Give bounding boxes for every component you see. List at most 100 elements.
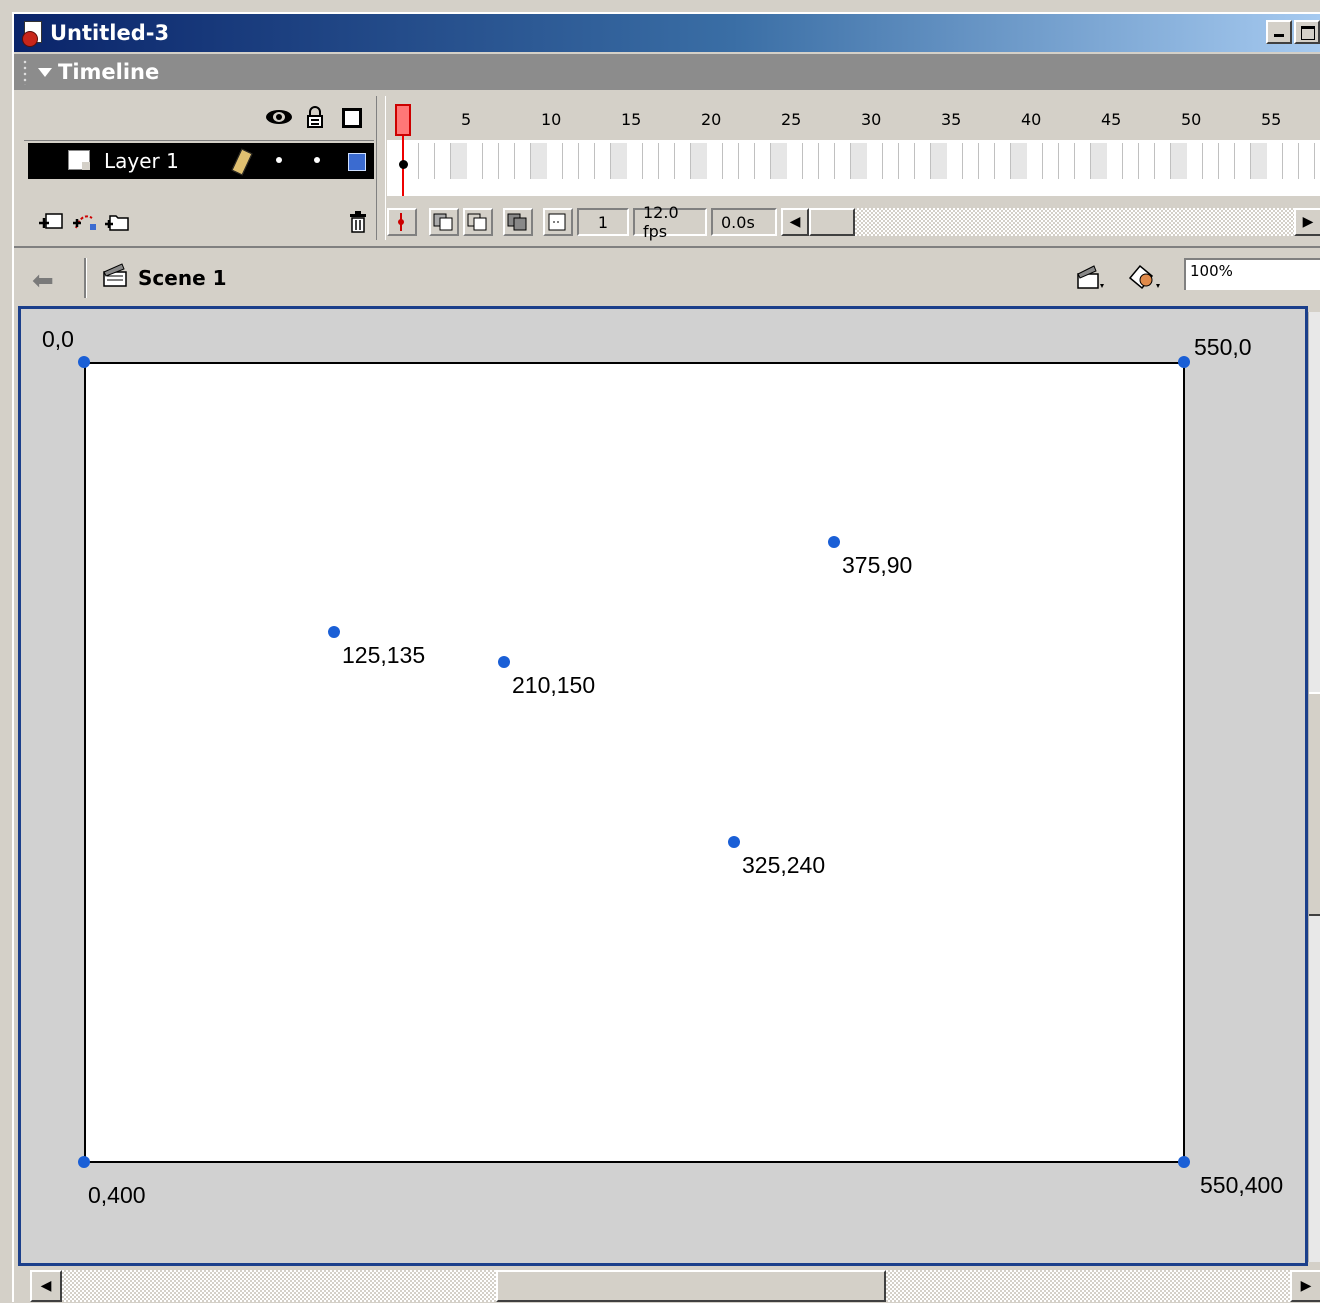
collapse-triangle-icon[interactable] bbox=[38, 67, 52, 77]
frame-10-marker bbox=[531, 143, 547, 179]
scroll-right-button[interactable]: ▶ bbox=[1294, 208, 1320, 236]
add-folder-icon[interactable] bbox=[104, 210, 132, 234]
scroll-left-button[interactable]: ◀ bbox=[781, 208, 809, 236]
onion-markers-icon bbox=[548, 213, 566, 231]
center-frame-button[interactable] bbox=[387, 208, 417, 236]
document-stage[interactable] bbox=[84, 362, 1185, 1163]
frame-number: 45 bbox=[1101, 110, 1122, 129]
layer-list-footer bbox=[24, 204, 374, 240]
frame-25-marker bbox=[771, 143, 787, 179]
frame-40-marker bbox=[1011, 143, 1027, 179]
outline-color-icon[interactable] bbox=[348, 153, 366, 171]
edit-symbols-icon[interactable] bbox=[1126, 262, 1162, 292]
zoom-input[interactable]: 100% bbox=[1184, 258, 1320, 290]
frame-55-marker bbox=[1251, 143, 1267, 179]
corner-label-bottom-left: 0,400 bbox=[88, 1182, 146, 1208]
flash-document-icon bbox=[22, 21, 44, 47]
clapperboard-icon bbox=[103, 263, 127, 287]
stage-vscroll[interactable] bbox=[1308, 312, 1320, 1262]
visibility-dot-icon[interactable] bbox=[276, 157, 282, 163]
add-motion-guide-icon[interactable] bbox=[72, 210, 100, 234]
frame-rate-field[interactable]: 12.0 fps bbox=[633, 203, 707, 241]
layer-list-header bbox=[24, 96, 374, 141]
title-bar: Untitled-3 bbox=[14, 14, 1320, 52]
frame-number: 40 bbox=[1021, 110, 1042, 129]
frame-35-marker bbox=[931, 143, 947, 179]
frame-ruler[interactable]: 1 5 10 15 20 25 30 35 40 45 50 55 bbox=[387, 96, 1320, 140]
corner-point bbox=[78, 1156, 90, 1168]
timeline-panel-header[interactable]: Timeline bbox=[14, 54, 1320, 90]
edit-multiple-icon bbox=[507, 213, 527, 231]
frame-45-marker bbox=[1091, 143, 1107, 179]
frame-number: 5 bbox=[461, 110, 472, 129]
frame-number: 25 bbox=[781, 110, 802, 129]
onion-outlines-icon bbox=[467, 213, 487, 231]
stage-hscroll-thumb[interactable] bbox=[496, 1270, 886, 1302]
lock-dot-icon[interactable] bbox=[314, 157, 320, 163]
corner-label-top-right: 550,0 bbox=[1194, 334, 1252, 360]
edit-scene-icon[interactable] bbox=[1074, 262, 1106, 292]
frame-number: 35 bbox=[941, 110, 962, 129]
frame-5-marker bbox=[451, 143, 467, 179]
lock-icon[interactable] bbox=[306, 106, 324, 128]
layer-icon bbox=[68, 150, 92, 172]
elapsed-time-field: 0.0s bbox=[711, 208, 777, 236]
modify-onion-markers-button[interactable] bbox=[543, 208, 573, 236]
frame-20-marker bbox=[691, 143, 707, 179]
trash-icon[interactable] bbox=[348, 210, 368, 234]
maximize-button[interactable] bbox=[1294, 20, 1320, 44]
frame-number: 20 bbox=[701, 110, 722, 129]
corner-point bbox=[1178, 356, 1190, 368]
frame-number: 55 bbox=[1261, 110, 1282, 129]
scene-label[interactable]: Scene 1 bbox=[138, 266, 227, 290]
stage-point[interactable] bbox=[728, 836, 740, 848]
edit-multiple-frames-button[interactable] bbox=[503, 208, 533, 236]
stage-scroll-right-button[interactable]: ▶ bbox=[1290, 1270, 1320, 1302]
corner-label-top-left: 0,0 bbox=[42, 326, 74, 352]
layer-list: Layer 1 bbox=[24, 96, 374, 240]
frame-30-marker bbox=[851, 143, 867, 179]
stage-point[interactable] bbox=[498, 656, 510, 668]
playhead[interactable] bbox=[395, 104, 411, 136]
edit-bar: ⬅ Scene 1 100% bbox=[14, 246, 1320, 308]
edit-bar-separator bbox=[84, 258, 87, 298]
onion-skin-button[interactable] bbox=[429, 208, 459, 236]
back-arrow-icon[interactable]: ⬅ bbox=[32, 266, 54, 296]
frame-15-marker bbox=[611, 143, 627, 179]
current-frame-field: 1 bbox=[577, 208, 629, 236]
layer-row[interactable]: Layer 1 bbox=[28, 143, 374, 179]
add-layer-icon[interactable] bbox=[38, 210, 66, 234]
stage-scroll-left-button[interactable]: ◀ bbox=[30, 1270, 62, 1302]
timeline-hscroll-thumb[interactable] bbox=[809, 208, 855, 236]
stage-point-label: 375,90 bbox=[842, 552, 913, 578]
minimize-button[interactable] bbox=[1266, 20, 1292, 44]
onion-skin-outlines-button[interactable] bbox=[463, 208, 493, 236]
panel-grip-icon[interactable] bbox=[22, 59, 28, 85]
frame-area[interactable]: 1 5 10 15 20 25 30 35 40 45 50 55 bbox=[387, 96, 1320, 196]
stage-vscroll-thumb[interactable] bbox=[1309, 692, 1320, 916]
stage-point-label: 325,240 bbox=[742, 852, 826, 878]
stage-hscroll[interactable]: ◀ ▶ bbox=[30, 1270, 1320, 1302]
outline-icon[interactable] bbox=[342, 108, 362, 128]
stage-point-label: 210,150 bbox=[512, 672, 596, 698]
timeline-title: Timeline bbox=[58, 60, 160, 84]
onion-skin-icon bbox=[433, 213, 453, 231]
timeline-splitter[interactable] bbox=[376, 96, 386, 240]
pencil-icon bbox=[231, 148, 253, 176]
flash-window: Untitled-3 Timeline Layer 1 5 10 15 20 2… bbox=[12, 12, 1320, 1302]
keyframe-icon[interactable] bbox=[399, 160, 408, 169]
corner-point bbox=[78, 356, 90, 368]
frame-number: 50 bbox=[1181, 110, 1202, 129]
timeline-status-bar: 1 12.0 fps 0.0s ◀ ▶ bbox=[387, 203, 1320, 241]
frame-50-marker bbox=[1171, 143, 1187, 179]
stage-point[interactable] bbox=[328, 626, 340, 638]
center-frame-icon bbox=[398, 213, 404, 231]
corner-point bbox=[1178, 1156, 1190, 1168]
stage-point[interactable] bbox=[828, 536, 840, 548]
corner-label-bottom-right: 550,400 bbox=[1200, 1172, 1284, 1198]
eye-icon[interactable] bbox=[264, 108, 294, 126]
timeline-hscroll-track[interactable] bbox=[809, 208, 1294, 236]
frame-number: 30 bbox=[861, 110, 882, 129]
window-title: Untitled-3 bbox=[50, 21, 170, 45]
stage-hscroll-track[interactable] bbox=[62, 1270, 1290, 1302]
